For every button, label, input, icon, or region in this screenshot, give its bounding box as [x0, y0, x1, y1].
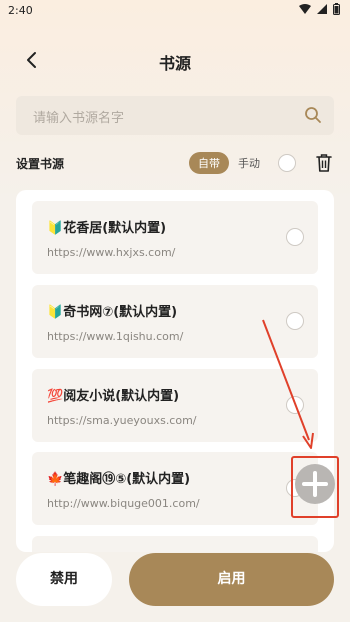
source-url: https://sma.yueyouxs.com/	[47, 414, 197, 427]
header: 书源	[0, 40, 350, 80]
source-type-toggle: 自带 手动	[189, 152, 269, 174]
source-emoji: 💯	[47, 389, 64, 404]
settings-label: 设置书源	[16, 157, 65, 171]
add-source-highlight	[291, 456, 339, 518]
list-item[interactable]	[32, 536, 318, 552]
list-item[interactable]: 💯阅友小说(默认内置) https://sma.yueyouxs.com/	[32, 369, 318, 442]
search-icon[interactable]	[304, 106, 322, 124]
list-item[interactable]: 🔰花香居(默认内置) https://www.hxjxs.com/	[32, 201, 318, 274]
add-source-button[interactable]	[295, 464, 335, 504]
source-url: https://www.hxjxs.com/	[47, 246, 176, 259]
search-input[interactable]: 请输入书源名字	[16, 96, 334, 135]
source-name: 🔰花香居(默认内置)	[47, 221, 167, 236]
source-select-radio[interactable]	[286, 228, 304, 246]
disable-button[interactable]: 禁用	[16, 553, 112, 606]
source-name: 🔰奇书网⑦(默认内置)	[47, 305, 178, 320]
source-name: 🍁笔趣阁⑲⑤(默认内置)	[47, 472, 191, 487]
source-url: http://www.biquge001.com/	[47, 497, 200, 510]
source-emoji: 🔰	[47, 305, 64, 320]
source-emoji: 🍁	[47, 472, 64, 487]
trash-icon[interactable]	[316, 154, 332, 172]
wifi-icon	[299, 4, 311, 14]
list-item[interactable]: 🍁笔趣阁⑲⑤(默认内置) http://www.biquge001.com/	[32, 452, 318, 525]
select-all-radio[interactable]	[278, 154, 296, 172]
tab-builtin[interactable]: 自带	[189, 152, 229, 174]
tab-manual[interactable]: 手动	[229, 152, 269, 174]
enable-button[interactable]: 启用	[129, 553, 334, 606]
source-emoji: 🔰	[47, 221, 64, 236]
battery-icon	[333, 3, 340, 15]
status-bar: 2:40	[0, 0, 350, 22]
source-list: 🔰花香居(默认内置) https://www.hxjxs.com/ 🔰奇书网⑦(…	[16, 190, 334, 552]
status-time: 2:40	[8, 4, 33, 17]
source-settings-bar: 设置书源 自带 手动	[16, 150, 334, 176]
status-icons	[299, 3, 340, 15]
source-select-radio[interactable]	[286, 396, 304, 414]
source-url: https://www.1qishu.com/	[47, 330, 184, 343]
source-name: 💯阅友小说(默认内置)	[47, 389, 180, 404]
signal-icon	[317, 4, 327, 14]
list-item[interactable]: 🔰奇书网⑦(默认内置) https://www.1qishu.com/	[32, 285, 318, 358]
search-placeholder: 请输入书源名字	[33, 111, 125, 126]
plus-icon	[302, 471, 328, 497]
page-title: 书源	[158, 54, 191, 73]
source-select-radio[interactable]	[286, 312, 304, 330]
